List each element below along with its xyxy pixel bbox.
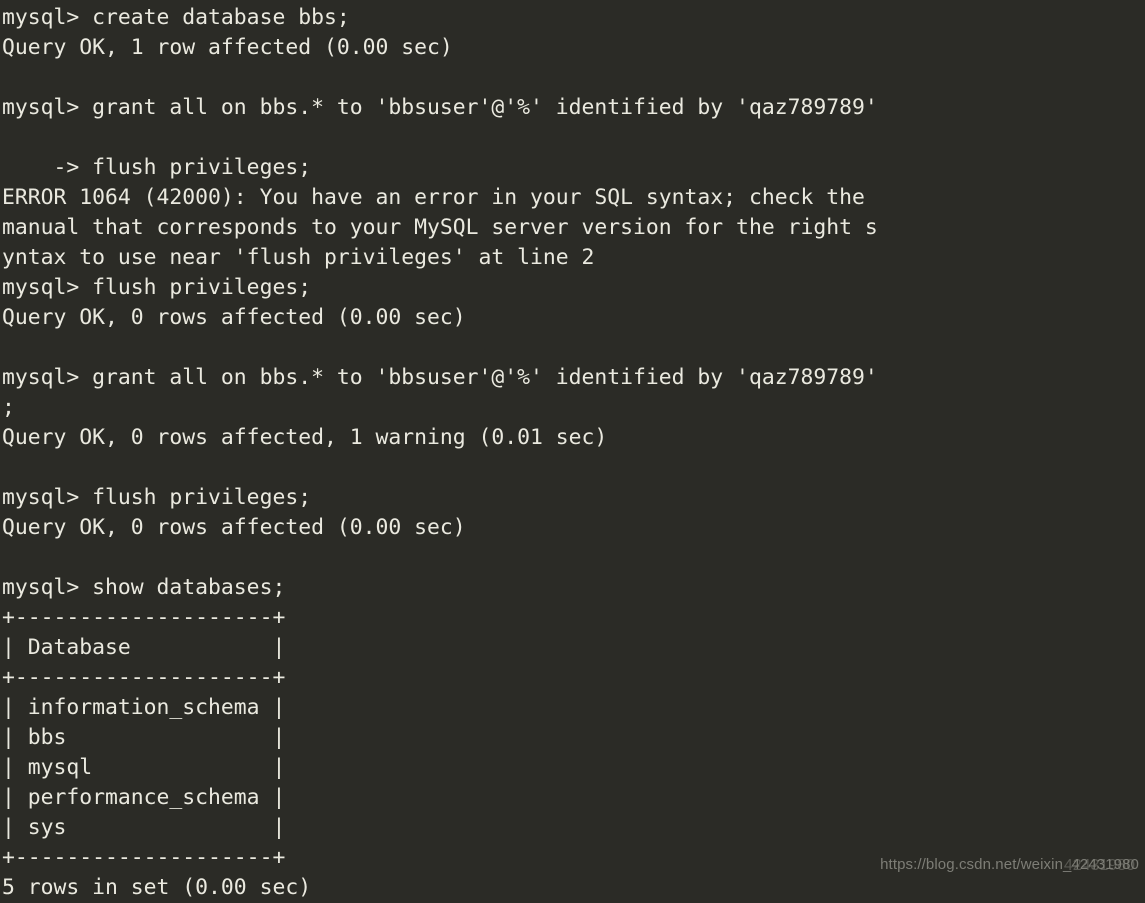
- terminal-line: | Database |: [2, 635, 286, 660]
- terminal-line: +--------------------+: [2, 665, 286, 690]
- terminal-line: Query OK, 1 row affected (0.00 sec): [2, 35, 453, 60]
- terminal-line: ;: [2, 395, 15, 420]
- terminal-output: mysql> create database bbs; Query OK, 1 r…: [0, 0, 1145, 900]
- terminal-line: +--------------------+: [2, 605, 286, 630]
- terminal-line: | information_schema |: [2, 695, 286, 720]
- terminal-line: mysql> grant all on bbs.* to 'bbsuser'@'…: [2, 365, 878, 390]
- terminal-line: | sys |: [2, 815, 286, 840]
- terminal-line: Query OK, 0 rows affected (0.00 sec): [2, 515, 466, 540]
- terminal-line: mysql> grant all on bbs.* to 'bbsuser'@'…: [2, 95, 878, 120]
- terminal-line: mysql> show databases;: [2, 575, 286, 600]
- terminal-line: | bbs |: [2, 725, 286, 750]
- terminal-line: Query OK, 0 rows affected (0.00 sec): [2, 305, 466, 330]
- terminal-line: -> flush privileges;: [2, 155, 312, 180]
- terminal-line: Query OK, 0 rows affected, 1 warning (0.…: [2, 425, 608, 450]
- terminal-line: +--------------------+: [2, 845, 286, 870]
- terminal-line: manual that corresponds to your MySQL se…: [2, 215, 878, 240]
- terminal-line: mysql> flush privileges;: [2, 275, 312, 300]
- terminal-line: | performance_schema |: [2, 785, 286, 810]
- terminal-line: ERROR 1064 (42000): You have an error in…: [2, 185, 865, 210]
- terminal-line: | mysql |: [2, 755, 286, 780]
- terminal-line: mysql> create database bbs;: [2, 5, 350, 30]
- terminal-line: 5 rows in set (0.00 sec): [2, 875, 312, 900]
- terminal-line: mysql> flush privileges;: [2, 485, 312, 510]
- terminal-line: yntax to use near 'flush privileges' at …: [2, 245, 595, 270]
